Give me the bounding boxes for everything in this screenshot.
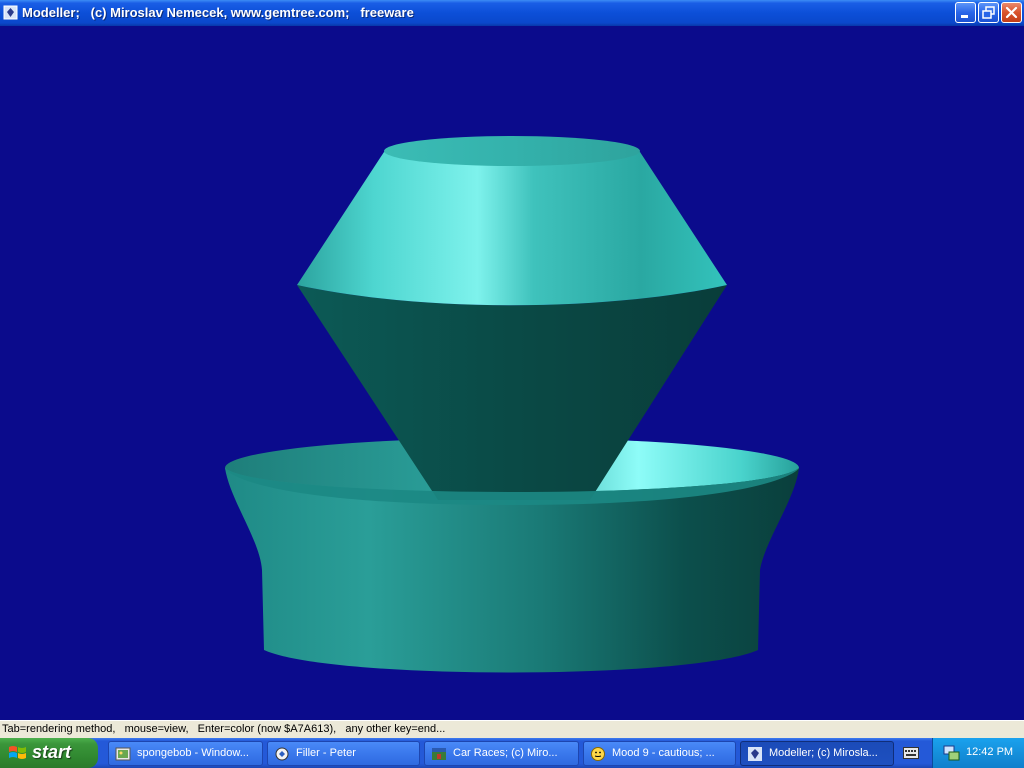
system-tray: 12:42 PM	[932, 738, 1024, 768]
car-races-icon	[432, 748, 446, 760]
start-label: start	[32, 742, 72, 762]
modeller-app-icon[interactable]	[3, 5, 18, 20]
taskbar-button-filler[interactable]: Filler - Peter	[267, 741, 420, 766]
close-button[interactable]	[1001, 2, 1022, 23]
network-icon[interactable]	[943, 744, 961, 762]
status-text: Tab=rendering method, mouse=view, Enter=…	[2, 723, 446, 735]
start-button[interactable]: start	[0, 738, 98, 768]
image-icon	[115, 747, 131, 761]
taskbar: start spongebob - Window... Filler - Pet…	[0, 738, 1024, 768]
task-label: Mood 9 - cautious; ...	[612, 747, 715, 759]
status-bar: Tab=rendering method, mouse=view, Enter=…	[0, 720, 1024, 738]
smiley-icon	[591, 747, 605, 761]
clock[interactable]: 12:42 PM	[966, 746, 1013, 758]
window-title: Modeller; (c) Miroslav Nemecek, www.gemt…	[22, 5, 414, 20]
taskbar-button-spongebob[interactable]: spongebob - Window...	[108, 741, 263, 766]
task-label: spongebob - Window...	[137, 747, 249, 759]
filler-icon	[275, 747, 289, 761]
task-label: Car Races; (c) Miro...	[453, 747, 558, 759]
minimize-button[interactable]	[955, 2, 976, 23]
window-title-bar[interactable]: Modeller; (c) Miroslav Nemecek, www.gemt…	[0, 0, 1024, 26]
taskbar-button-car-races[interactable]: Car Races; (c) Miro...	[424, 741, 579, 766]
modeller-icon	[748, 747, 762, 761]
restore-button[interactable]	[978, 2, 999, 23]
task-label: Modeller; (c) Mirosla...	[769, 747, 878, 759]
task-label: Filler - Peter	[296, 747, 356, 759]
windows-flag-icon	[9, 746, 26, 759]
taskbar-button-modeller[interactable]: Modeller; (c) Mirosla...	[740, 741, 894, 766]
taskbar-button-mood[interactable]: Mood 9 - cautious; ...	[583, 741, 736, 766]
close-icon	[1005, 6, 1018, 19]
restore-icon	[982, 6, 995, 19]
render-viewport[interactable]	[0, 26, 1024, 720]
rendered-3d-model	[225, 136, 799, 673]
keyboard-icon[interactable]	[903, 747, 919, 759]
minimize-icon	[961, 15, 968, 18]
